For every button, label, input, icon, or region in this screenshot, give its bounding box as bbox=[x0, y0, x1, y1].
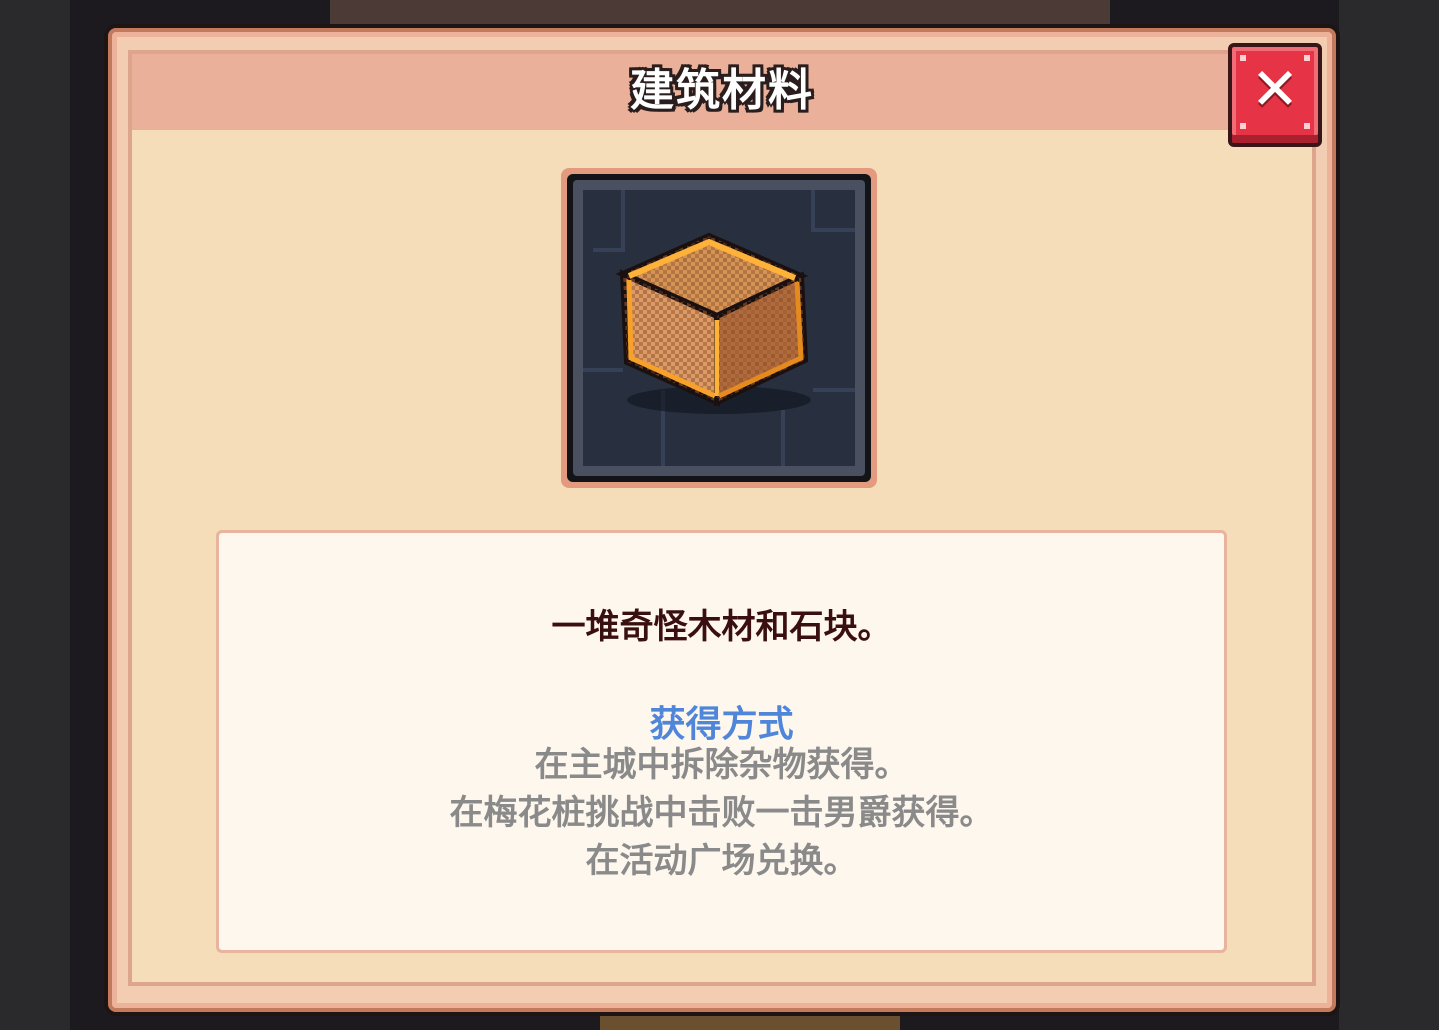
background-top-structure bbox=[330, 0, 1110, 26]
obtain-method-item: 在主城中拆除杂物获得。 bbox=[534, 745, 909, 785]
obtain-method-item: 在活动广场兑换。 bbox=[585, 841, 858, 881]
background-wall-right bbox=[1339, 0, 1439, 1030]
dialog-title: 建筑材料 bbox=[630, 65, 814, 116]
button-rivet bbox=[1240, 123, 1246, 129]
item-description: 一堆奇怪木材和石块。 bbox=[551, 607, 892, 647]
obtain-method-list: 在主城中拆除杂物获得。 在梅花桩挑战中击败一击男爵获得。 在活动广场兑换。 bbox=[219, 741, 1224, 885]
obtain-method-item: 在梅花桩挑战中击败一击男爵获得。 bbox=[449, 793, 994, 833]
background-wall-left bbox=[0, 0, 70, 1030]
obtain-method-heading: 获得方式 bbox=[649, 704, 794, 745]
close-button[interactable]: ✕ bbox=[1228, 43, 1322, 147]
close-x-icon: ✕ bbox=[1250, 55, 1300, 123]
item-icon-slot bbox=[561, 168, 877, 488]
background-bottom-structure bbox=[600, 1016, 900, 1030]
button-rivet bbox=[1304, 123, 1310, 129]
description-panel: 一堆奇怪木材和石块。 获得方式 在主城中拆除杂物获得。 在梅花桩挑战中击败一击男… bbox=[216, 530, 1227, 953]
building-material-crate-icon bbox=[583, 190, 855, 466]
